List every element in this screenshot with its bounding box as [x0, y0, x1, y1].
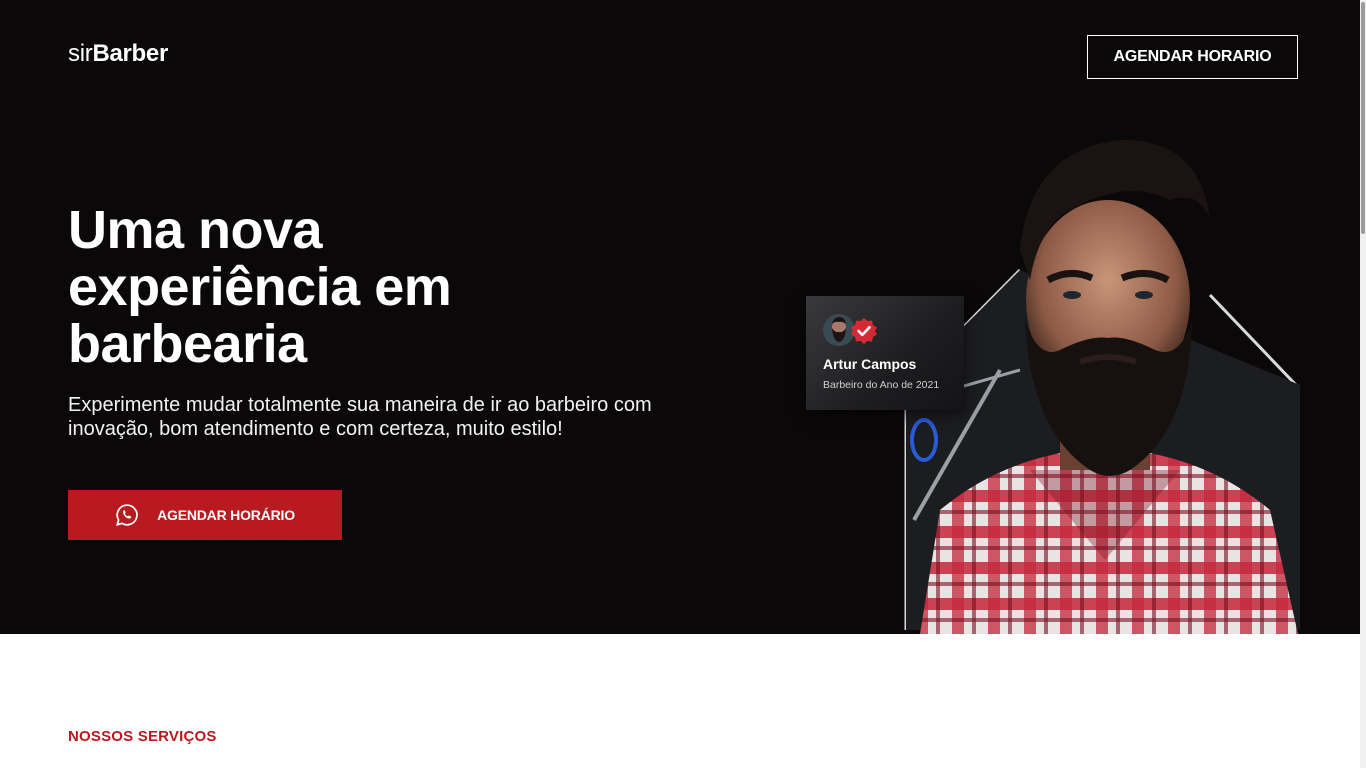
- barber-highlight-card: Artur Campos Barbeiro do Ano de 2021: [806, 296, 964, 410]
- brand-name: Barber: [92, 40, 169, 67]
- headline-line-1: Uma nova: [68, 200, 323, 260]
- services-title-cut-off: ​: [68, 757, 768, 768]
- check-badge-icon: [851, 318, 877, 344]
- hero-headline: Uma nova experiência em barbearia: [68, 202, 628, 373]
- hero-subtitle: Experimente mudar totalmente sua maneira…: [68, 394, 652, 440]
- barber-title: Barbeiro do Ano de 2021: [823, 379, 940, 391]
- whatsapp-icon: [116, 504, 138, 526]
- header-schedule-button[interactable]: AGENDAR HORARIO: [1087, 35, 1298, 79]
- barber-name: Artur Campos: [823, 356, 917, 372]
- headline-line-2: experiência em: [68, 257, 452, 317]
- hero-section: sirBarber AGENDAR HORARIO Uma nova exper…: [0, 0, 1366, 634]
- brand-prefix: sir: [68, 40, 93, 67]
- hero-schedule-button[interactable]: AGENDAR HORÁRIO: [68, 490, 342, 540]
- services-eyebrow: NOSSOS SERVIÇOS: [68, 728, 217, 745]
- scrollbar-thumb[interactable]: [1361, 2, 1365, 234]
- brand-logo[interactable]: sirBarber: [68, 40, 168, 68]
- hero-schedule-label: AGENDAR HORÁRIO: [157, 507, 295, 523]
- headline-line-3: barbearia: [68, 314, 307, 374]
- page-scrollbar[interactable]: [1360, 0, 1366, 768]
